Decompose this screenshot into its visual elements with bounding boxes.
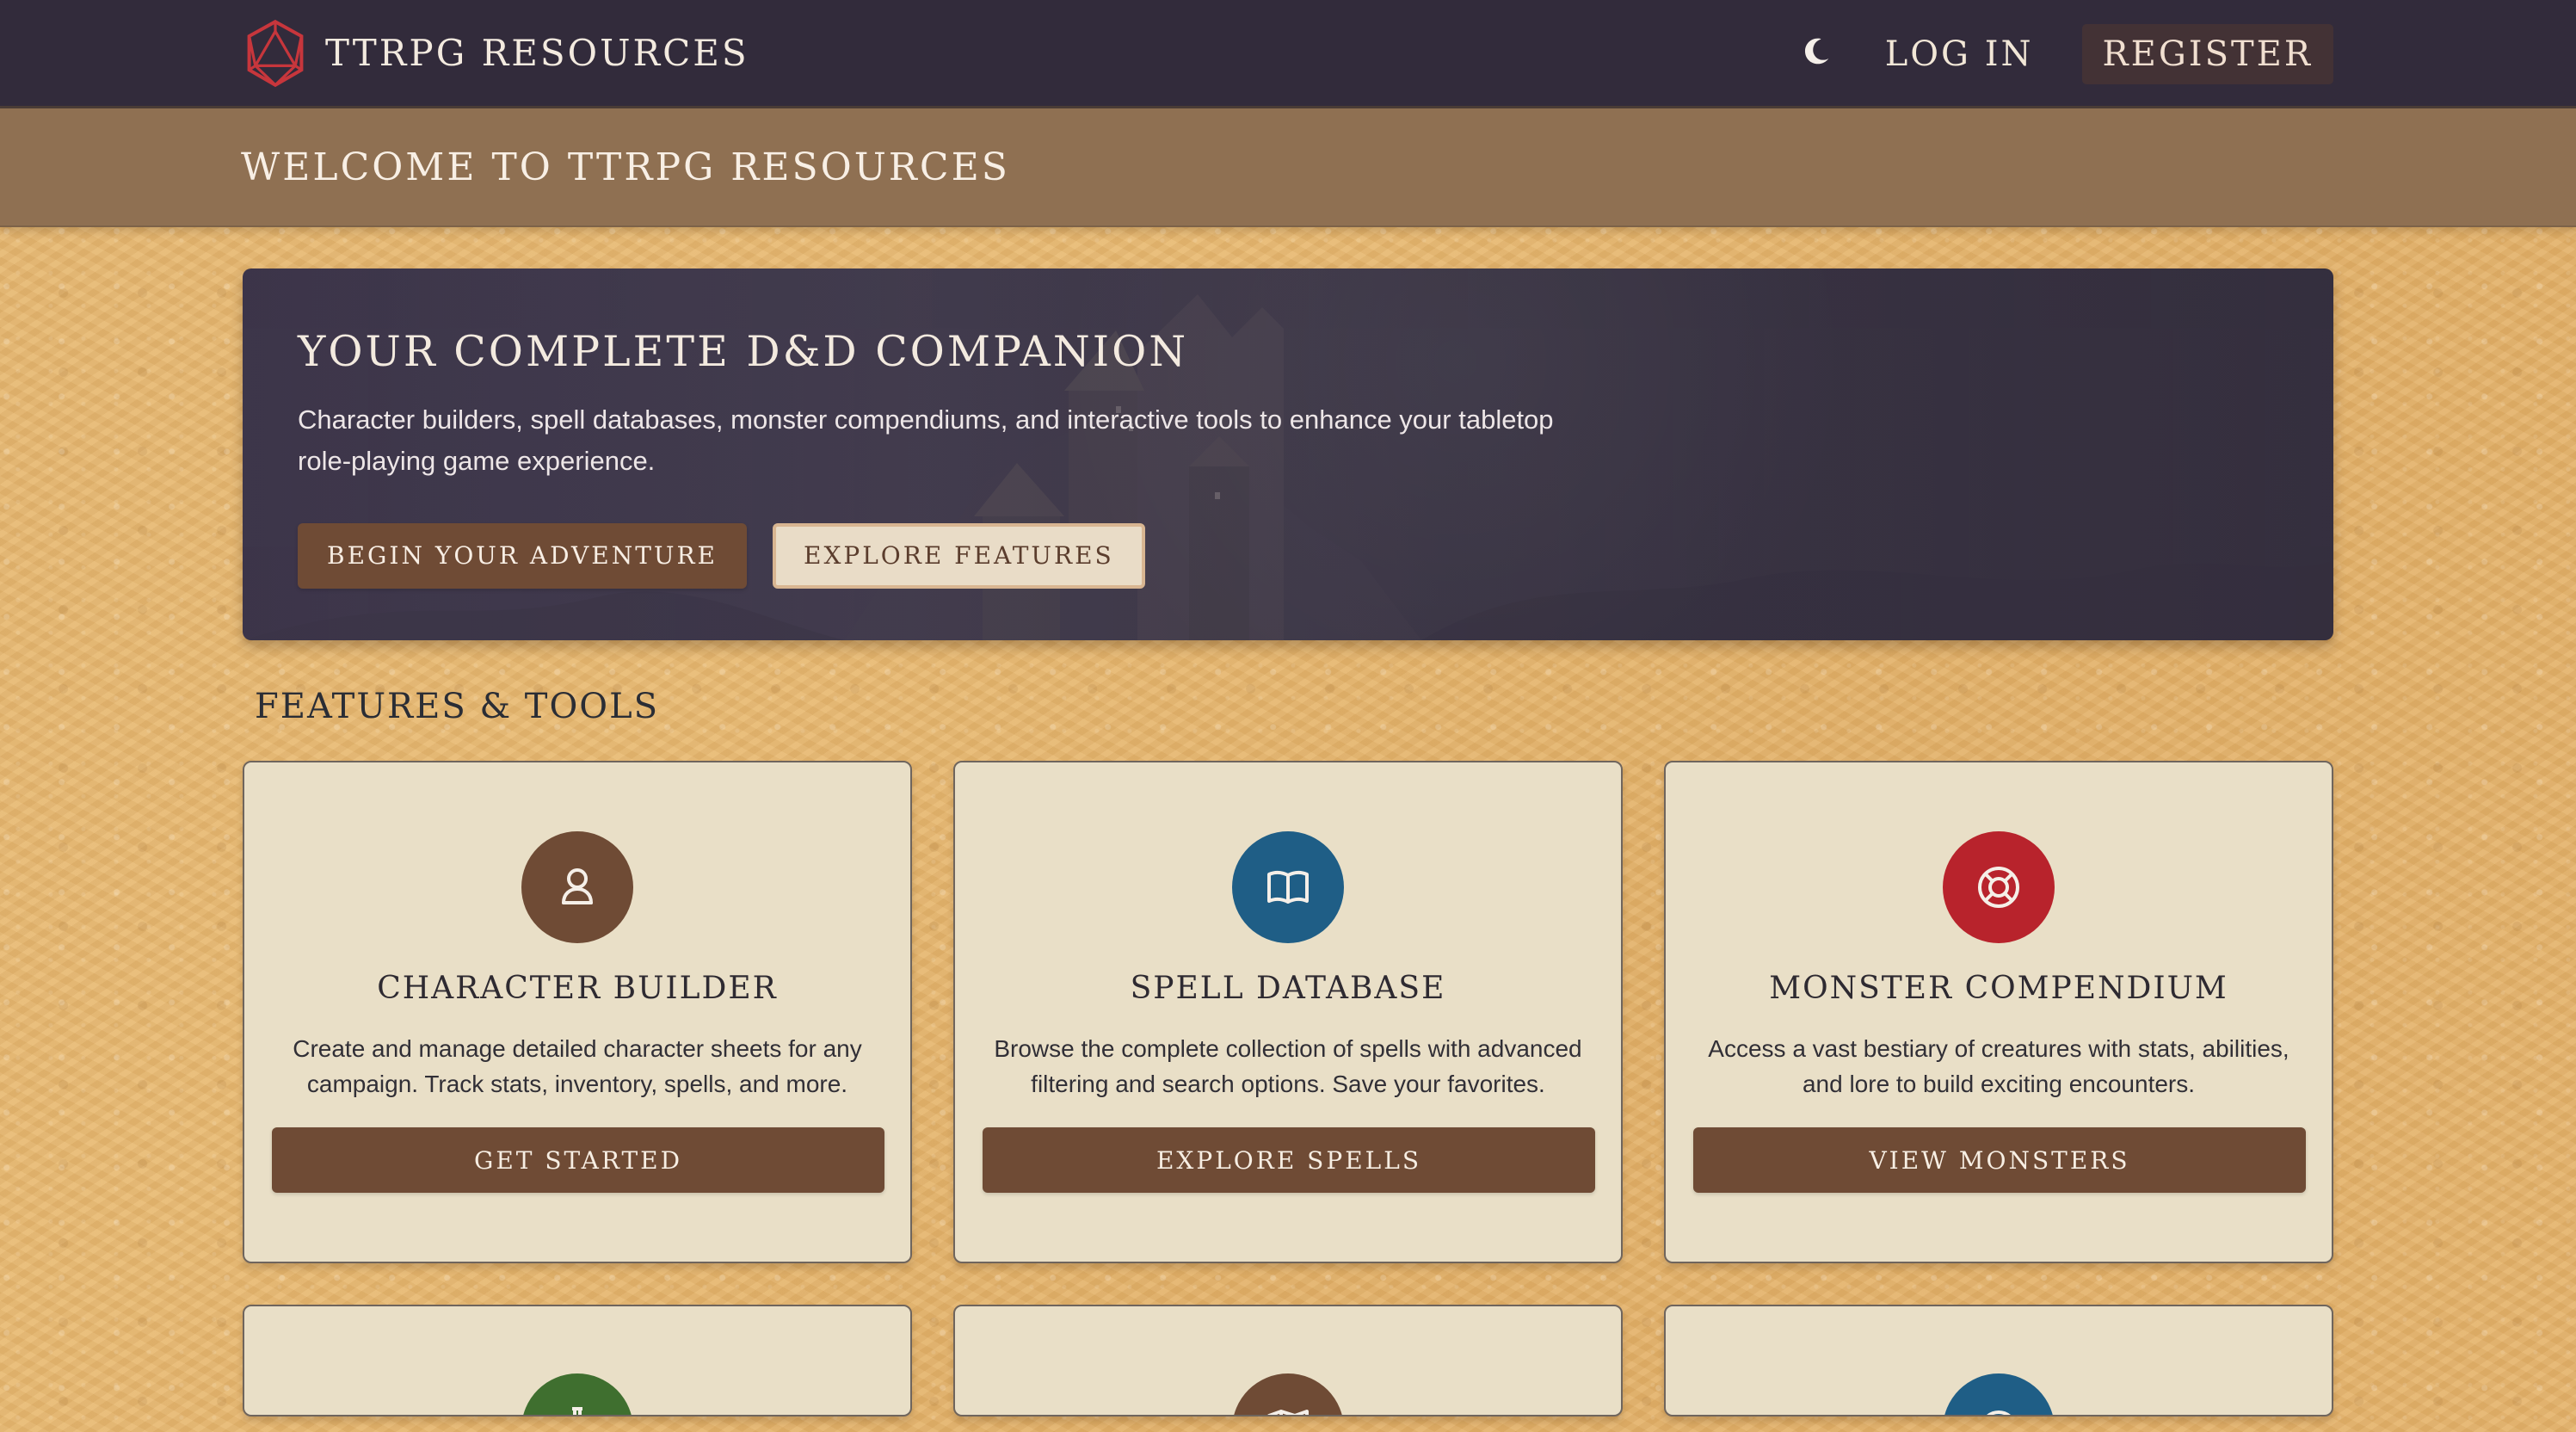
register-button[interactable]: REGISTER [2081,24,2333,84]
card-title: SPELL DATABASE [1130,971,1446,1006]
login-link[interactable]: LOG IN [1885,34,2034,74]
lifebuoy-icon [1943,831,2055,943]
hero-content: YOUR COMPLETE D&D COMPANION Character bu… [298,329,1898,589]
card-description: Browse the complete collection of spells… [994,1035,1582,1098]
welcome-banner: WELCOME TO TTRPG RESOURCES [0,108,2576,227]
hero-description: Character builders, spell databases, mon… [298,404,1554,476]
get-started-button[interactable]: GET STARTED [272,1127,884,1193]
d20-icon [247,19,304,88]
feature-card-partial-2 [953,1305,1623,1417]
welcome-title: WELCOME TO TTRPG RESOURCES [241,145,1010,189]
book-icon [1267,870,1309,904]
clock-icon [1943,1373,2055,1415]
hero-panel: YOUR COMPLETE D&D COMPANION Character bu… [243,268,2333,640]
theme-toggle-button[interactable] [1801,36,1837,72]
card-description: Access a vast bestiary of creatures with… [1708,1035,2289,1098]
user-icon [562,868,593,904]
features-title: FEATURES & TOOLS [255,687,660,726]
lifebuoy-icon [1978,867,2019,908]
hero-title: YOUR COMPLETE D&D COMPANION [298,327,1189,376]
moon-icon [1804,38,1828,65]
flask-icon [572,1407,582,1415]
feature-card-character-builder: CHARACTER BUILDER Create and manage deta… [243,761,912,1263]
clock-icon [1987,1410,2011,1415]
map-icon [1267,1410,1309,1415]
card-title: CHARACTER BUILDER [377,971,778,1006]
hero-actions: BEGIN YOUR ADVENTURE EXPLORE FEATURES [298,522,1898,589]
feature-card-spell-database: SPELL DATABASE Browse the complete colle… [953,761,1623,1263]
feature-card-monster-compendium: MONSTER COMPENDIUM Access a vast bestiar… [1664,761,2333,1263]
view-monsters-button[interactable]: VIEW MONSTERS [1693,1127,2306,1193]
flask-icon [521,1373,633,1415]
nav-actions: LOG IN REGISTER [1801,24,2333,84]
map-icon [1232,1373,1344,1415]
explore-features-button[interactable]: EXPLORE FEATURES [773,522,1145,589]
brand-title: TTRPG RESOURCES [325,32,749,74]
explore-spells-button[interactable]: EXPLORE SPELLS [983,1127,1595,1193]
book-icon [1232,831,1344,943]
card-description: Create and manage detailed character she… [293,1035,862,1098]
begin-adventure-button[interactable]: BEGIN YOUR ADVENTURE [298,522,747,589]
brand[interactable]: TTRPG RESOURCES [241,19,749,88]
feature-card-partial-3 [1664,1305,2333,1417]
top-navigation: TTRPG RESOURCES LOG IN REGISTER [0,0,2576,108]
feature-card-partial-1 [243,1305,912,1417]
card-title: MONSTER COMPENDIUM [1769,971,2228,1006]
user-icon [521,831,633,943]
